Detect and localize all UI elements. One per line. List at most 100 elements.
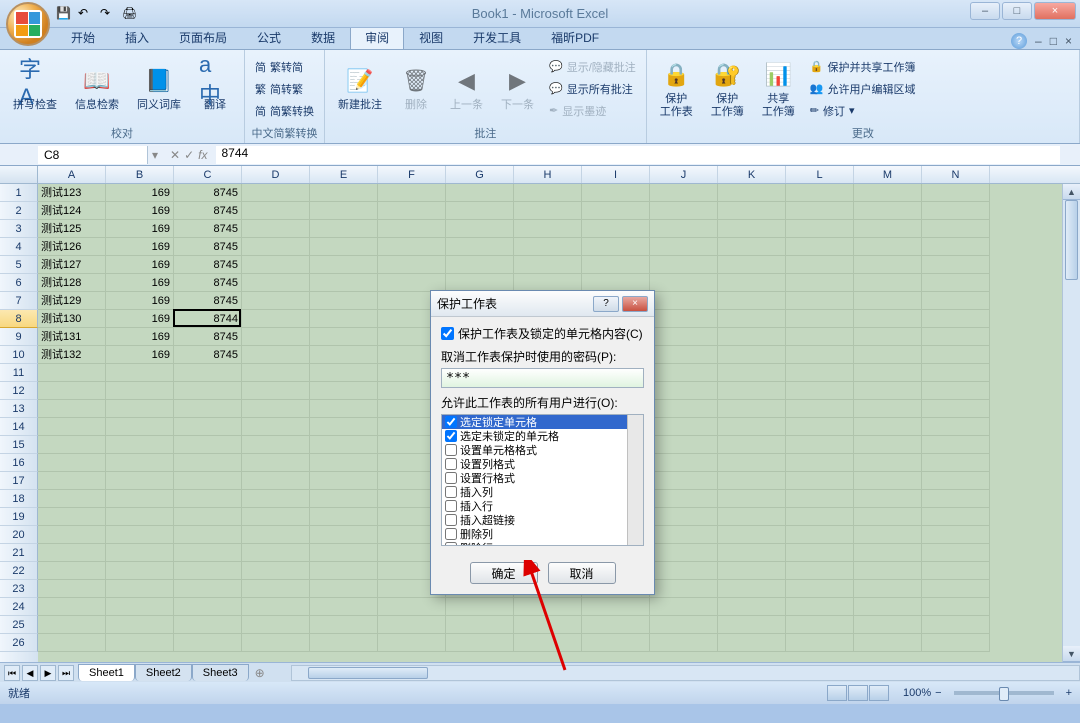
- cell[interactable]: [106, 526, 174, 544]
- cell[interactable]: [718, 202, 786, 220]
- allow-edit-button[interactable]: 👥允许用户编辑区域: [806, 79, 920, 99]
- cell[interactable]: [106, 382, 174, 400]
- cell[interactable]: [174, 472, 242, 490]
- cell[interactable]: [38, 364, 106, 382]
- cell[interactable]: [922, 310, 990, 328]
- cell[interactable]: [786, 220, 854, 238]
- cell[interactable]: [854, 202, 922, 220]
- row-header[interactable]: 12: [0, 382, 38, 400]
- cell[interactable]: [650, 220, 718, 238]
- cell[interactable]: [718, 616, 786, 634]
- cell[interactable]: [854, 508, 922, 526]
- cell[interactable]: [718, 544, 786, 562]
- cell[interactable]: [922, 490, 990, 508]
- cell[interactable]: [786, 400, 854, 418]
- sheet-first-icon[interactable]: ⏮: [4, 665, 20, 681]
- ribbon-minimize-icon[interactable]: –: [1035, 34, 1042, 48]
- cell[interactable]: [786, 436, 854, 454]
- cell[interactable]: [786, 364, 854, 382]
- cell[interactable]: [922, 472, 990, 490]
- cancel-formula-icon[interactable]: ✕: [170, 148, 180, 162]
- fx-icon[interactable]: fx: [198, 148, 207, 162]
- cell[interactable]: [650, 310, 718, 328]
- permission-item[interactable]: 设置单元格格式: [442, 443, 643, 457]
- cell[interactable]: [310, 220, 378, 238]
- cell[interactable]: [650, 490, 718, 508]
- cell[interactable]: [38, 454, 106, 472]
- cell[interactable]: [922, 274, 990, 292]
- accept-formula-icon[interactable]: ✓: [184, 148, 194, 162]
- cell[interactable]: [786, 238, 854, 256]
- cell[interactable]: [854, 544, 922, 562]
- row-header[interactable]: 10: [0, 346, 38, 364]
- cell[interactable]: [378, 634, 446, 652]
- cell[interactable]: [378, 616, 446, 634]
- permission-checkbox[interactable]: [445, 486, 457, 498]
- sheet-last-icon[interactable]: ⏭: [58, 665, 74, 681]
- cell[interactable]: [310, 184, 378, 202]
- cell[interactable]: [582, 616, 650, 634]
- cell[interactable]: 169: [106, 292, 174, 310]
- row-header[interactable]: 1: [0, 184, 38, 202]
- cell[interactable]: [310, 436, 378, 454]
- cell[interactable]: [38, 616, 106, 634]
- normal-view-button[interactable]: [827, 685, 847, 701]
- name-dropdown-icon[interactable]: ▾: [148, 148, 162, 162]
- cell[interactable]: [242, 202, 310, 220]
- cell[interactable]: [242, 580, 310, 598]
- row-header[interactable]: 13: [0, 400, 38, 418]
- cell[interactable]: [718, 220, 786, 238]
- dialog-help-button[interactable]: ?: [593, 296, 619, 312]
- cell[interactable]: [514, 184, 582, 202]
- cell[interactable]: 8745: [174, 256, 242, 274]
- permission-checkbox[interactable]: [445, 472, 457, 484]
- cell[interactable]: [922, 202, 990, 220]
- cell[interactable]: 8745: [174, 274, 242, 292]
- permission-item[interactable]: 选定未锁定的单元格: [442, 429, 643, 443]
- cell[interactable]: [718, 562, 786, 580]
- cell[interactable]: [854, 418, 922, 436]
- cell[interactable]: [718, 238, 786, 256]
- protect-sheet-button[interactable]: 🔒保护 工作表: [653, 56, 700, 120]
- page-break-button[interactable]: [869, 685, 889, 701]
- row-header[interactable]: 17: [0, 472, 38, 490]
- cell[interactable]: [854, 346, 922, 364]
- cell[interactable]: [582, 634, 650, 652]
- cell[interactable]: [446, 238, 514, 256]
- row-header[interactable]: 9: [0, 328, 38, 346]
- cell[interactable]: [854, 220, 922, 238]
- cell[interactable]: [38, 634, 106, 652]
- cell[interactable]: [854, 634, 922, 652]
- row-header[interactable]: 24: [0, 598, 38, 616]
- cell[interactable]: [854, 472, 922, 490]
- cell[interactable]: [310, 238, 378, 256]
- cell[interactable]: [650, 634, 718, 652]
- name-box[interactable]: C8: [38, 146, 148, 164]
- cell[interactable]: [854, 328, 922, 346]
- column-header[interactable]: L: [786, 166, 854, 183]
- redo-icon[interactable]: ↷: [100, 6, 116, 22]
- permission-item[interactable]: 插入列: [442, 485, 643, 499]
- row-header[interactable]: 3: [0, 220, 38, 238]
- zoom-slider[interactable]: [954, 691, 1054, 695]
- cell[interactable]: [854, 490, 922, 508]
- cell[interactable]: [786, 274, 854, 292]
- cell[interactable]: [854, 184, 922, 202]
- cell[interactable]: [854, 598, 922, 616]
- save-icon[interactable]: 💾: [56, 6, 72, 22]
- cell[interactable]: [514, 616, 582, 634]
- cell[interactable]: [174, 418, 242, 436]
- password-input[interactable]: [441, 368, 644, 388]
- cell[interactable]: [242, 418, 310, 436]
- cell[interactable]: [106, 580, 174, 598]
- cell[interactable]: [446, 598, 514, 616]
- hscroll-thumb[interactable]: [308, 667, 428, 679]
- protect-share-button[interactable]: 🔒保护并共享工作簿: [806, 57, 920, 77]
- cell[interactable]: [718, 292, 786, 310]
- cell[interactable]: [174, 598, 242, 616]
- permission-item[interactable]: 删除行: [442, 541, 643, 546]
- cell[interactable]: [106, 634, 174, 652]
- print-icon[interactable]: 🖨: [122, 6, 138, 22]
- row-header[interactable]: 15: [0, 436, 38, 454]
- cell[interactable]: [718, 256, 786, 274]
